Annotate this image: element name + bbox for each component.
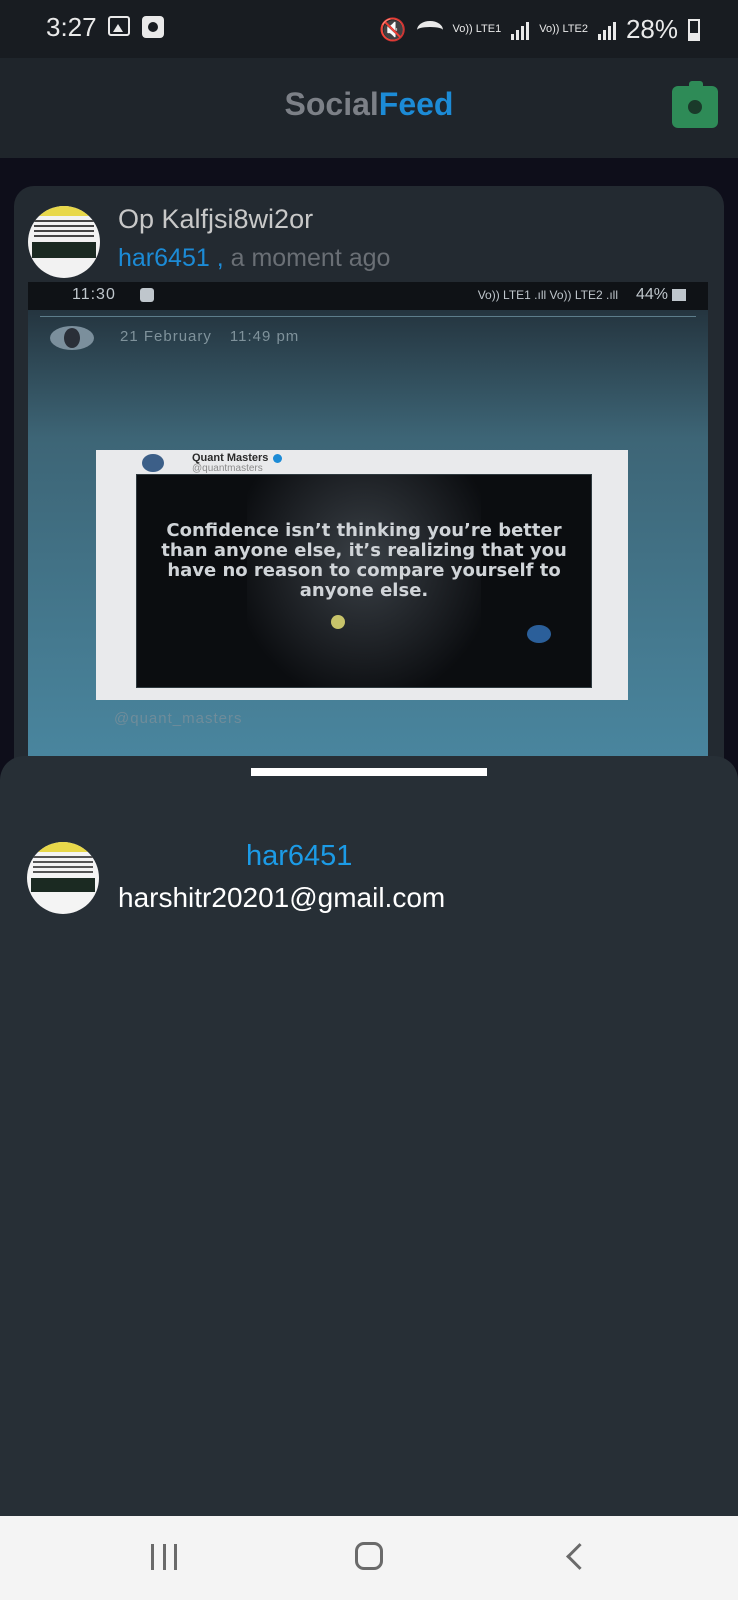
app-title: SocialFeed — [0, 86, 738, 123]
recent-apps-icon[interactable] — [151, 1544, 177, 1570]
battery-icon — [672, 289, 686, 301]
battery-percent: 28% — [625, 14, 678, 44]
home-icon[interactable] — [355, 1542, 383, 1570]
quote-image: Confidence isn’t thinking you’re better … — [136, 474, 592, 688]
camera-button[interactable] — [672, 81, 718, 128]
quote-text: Confidence isn’t thinking you’re better … — [161, 520, 567, 601]
avatar — [27, 842, 99, 914]
screen-recorder-icon — [142, 16, 164, 38]
image-footer-handle: @quant_masters — [114, 710, 243, 727]
post-card[interactable]: Op Kalfjsi8wi2or har6451 , a moment ago … — [14, 186, 724, 786]
post-meta: har6451 , a moment ago — [118, 244, 390, 273]
sim2-label: Vo)) LTE2 — [539, 23, 588, 35]
post-separator: , — [209, 244, 224, 272]
drag-handle[interactable] — [251, 768, 487, 776]
camera-lens-icon — [685, 97, 705, 117]
quant-masters-logo-icon — [142, 454, 164, 472]
signal-bars-icon — [511, 20, 530, 40]
gallery-notification-icon — [108, 16, 130, 36]
image-date: 21 February 11:49 pm — [120, 328, 299, 345]
post-username[interactable]: har6451 — [118, 244, 210, 272]
status-indicators: 🔇 Vo)) LTE1 Vo)) LTE2 28% — [379, 14, 700, 45]
image-signal-label: Vo)) LTE1 .ıll Vo)) LTE2 .ıll — [477, 288, 618, 302]
verified-badge-icon — [273, 453, 283, 463]
app-title-part2: Feed — [378, 86, 454, 122]
person-figure-icon — [331, 615, 345, 629]
battery-icon — [688, 18, 700, 41]
profile-bottom-sheet[interactable]: har6451 harshitr20201@gmail.com — [0, 756, 738, 1516]
system-nav-bar — [0, 1516, 738, 1600]
quote-account-handle: @quantmasters — [192, 463, 263, 474]
avatar — [50, 326, 94, 350]
mute-icon: 🔇 — [379, 16, 407, 42]
image-date-text: 21 February — [120, 328, 212, 345]
post-title: Op Kalfjsi8wi2or — [118, 204, 314, 234]
quote-card: Quant Masters @quantmasters Confidence i… — [96, 450, 628, 700]
post-image[interactable]: 11:30 Vo)) LTE1 .ıll Vo)) LTE2 .ıll 44% … — [28, 282, 708, 786]
divider — [40, 316, 696, 317]
image-battery-percent: 44% — [635, 286, 668, 303]
sim1-label: Vo)) LTE1 — [452, 23, 502, 35]
screen-recorder-icon — [140, 288, 154, 302]
app-bar: SocialFeed — [0, 58, 738, 158]
profile-username: har6451 — [246, 840, 353, 872]
watermark-logo-icon — [527, 625, 551, 643]
post-timestamp: a moment ago — [223, 244, 391, 272]
camera-icon — [689, 81, 703, 89]
signal-bars-icon — [597, 20, 616, 40]
image-time-text: 11:49 pm — [229, 328, 300, 345]
app-title-part1: Social — [284, 86, 379, 122]
image-status-bar: 11:30 Vo)) LTE1 .ıll Vo)) LTE2 .ıll 44% — [28, 282, 708, 310]
status-bar: 3:27 🔇 Vo)) LTE1 Vo)) LTE2 28% — [0, 0, 738, 58]
profile-email: harshitr20201@gmail.com — [118, 882, 446, 913]
image-status-time: 11:30 — [72, 286, 116, 303]
status-time: 3:27 — [46, 12, 97, 42]
avatar[interactable] — [28, 206, 100, 278]
back-icon[interactable] — [566, 1543, 593, 1570]
wifi-icon — [416, 20, 443, 39]
